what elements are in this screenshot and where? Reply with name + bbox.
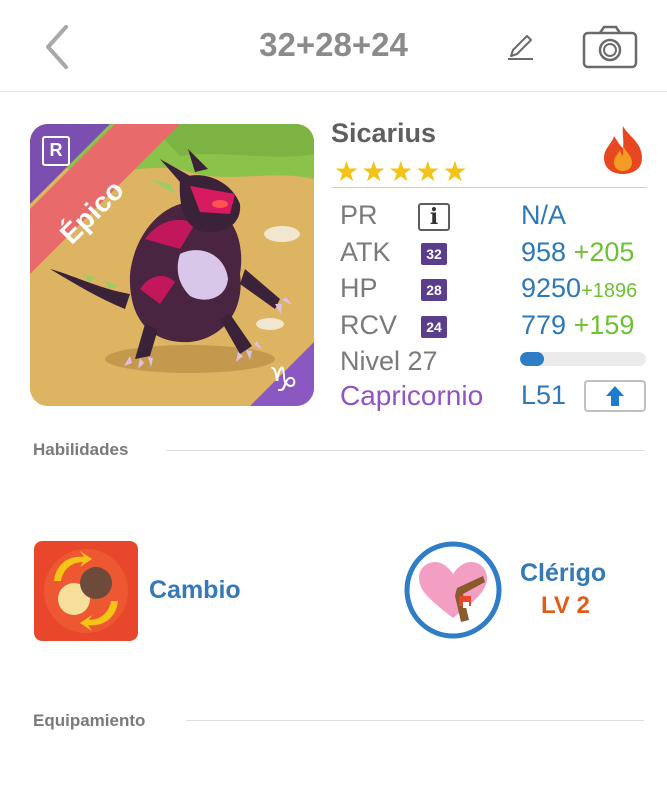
rcv-bonus: +159	[573, 310, 635, 340]
hp-badge: 28	[421, 279, 447, 301]
atk-badge: 32	[421, 243, 447, 265]
class-name: Clérigo	[520, 559, 607, 587]
rcv-badge: 24	[421, 316, 447, 338]
atk-bonus: +205	[573, 237, 635, 267]
camera-icon	[582, 25, 638, 69]
rcv-label: RCV	[340, 310, 398, 340]
hero-name: Sicarius	[331, 118, 437, 148]
capricorn-icon: ♑	[268, 361, 299, 399]
info-divider	[331, 187, 647, 188]
info-button[interactable]: i	[418, 203, 450, 231]
arrow-up-icon	[606, 386, 624, 406]
top-bar: 32+28+24	[0, 0, 667, 92]
class-level: LV 2	[541, 592, 590, 619]
atk-base-value: 958	[521, 237, 567, 267]
hp-value: 9250+1896	[521, 273, 637, 304]
equipment-divider	[186, 720, 644, 721]
pencil-icon	[508, 35, 533, 60]
hp-base-value: 9250	[521, 273, 582, 303]
rarity-letter-badge: R	[42, 136, 70, 166]
hero-portrait: R Épico ♑	[30, 124, 314, 406]
leader-level: L51	[521, 380, 567, 410]
upgrade-button[interactable]	[584, 380, 646, 412]
level-progress-bar	[520, 352, 646, 366]
rcv-value: 779 +159	[521, 310, 634, 341]
edit-button[interactable]	[503, 30, 537, 64]
skills-divider	[166, 450, 644, 451]
zodiac-label: Capricornio	[340, 380, 484, 411]
fire-icon	[598, 124, 648, 176]
level-progress-fill	[520, 352, 544, 366]
pr-value: N/A	[521, 200, 567, 230]
info-icon: i	[429, 204, 439, 230]
swap-skill-icon[interactable]	[34, 541, 138, 641]
atk-value: 958 +205	[521, 237, 634, 268]
level-label: Nivel 27	[340, 346, 438, 376]
pr-label: PR	[340, 200, 378, 230]
atk-label: ATK	[340, 237, 391, 267]
page-title: 32+28+24	[259, 26, 408, 63]
camera-button[interactable]	[582, 25, 638, 69]
rcv-base-value: 779	[521, 310, 567, 340]
skill-name: Cambio	[149, 576, 241, 604]
skills-section-title: Habilidades	[33, 440, 129, 459]
hp-label: HP	[340, 273, 378, 303]
cleric-class-icon[interactable]	[403, 540, 503, 640]
hp-bonus: +1896	[581, 280, 638, 302]
star-rating: ★★★★★	[334, 156, 470, 187]
equipment-section-title: Equipamiento	[33, 711, 146, 730]
